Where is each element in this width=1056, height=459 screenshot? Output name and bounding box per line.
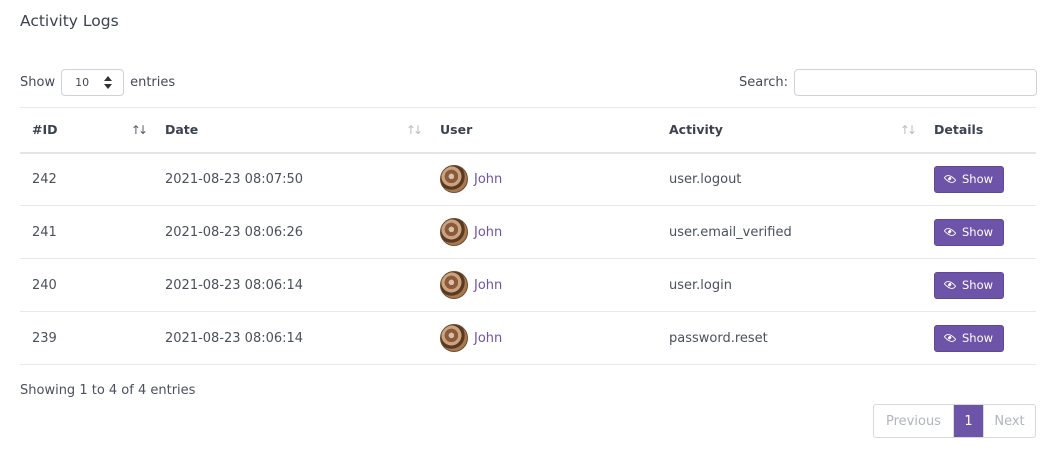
cell-date: 2021-08-23 08:06:14 (165, 277, 304, 293)
show-details-button[interactable]: Show (934, 271, 1005, 299)
entries-select-value: 10 (75, 76, 90, 89)
entries-length-control: Show 10 entries (20, 69, 175, 96)
table-row: 239 2021-08-23 08:06:14 John password.re… (20, 312, 1036, 365)
user-link[interactable]: John (474, 331, 502, 346)
cell-user: John (428, 312, 657, 365)
pagination: Previous 1 Next (873, 404, 1036, 438)
show-details-button[interactable]: Show (934, 324, 1005, 352)
show-label: Show (20, 75, 56, 90)
column-header-date[interactable]: Date ↑↓ (153, 108, 428, 153)
cell-id: 241 (32, 224, 57, 240)
pagination-previous[interactable]: Previous (874, 405, 954, 437)
user-link[interactable]: John (474, 172, 502, 187)
sort-arrows-icon: ↑↓ (130, 123, 148, 137)
search-control: Search: (739, 69, 1038, 96)
table-row: 242 2021-08-23 08:07:50 John user.logout… (20, 153, 1036, 206)
cell-date: 2021-08-23 08:06:26 (165, 224, 304, 240)
avatar (440, 218, 468, 246)
column-header-id[interactable]: #ID ↑↓ (20, 108, 153, 153)
cell-activity: user.login (669, 277, 732, 293)
pagination-page-1[interactable]: 1 (954, 405, 983, 437)
eye-icon (943, 278, 957, 292)
cell-user: John (428, 206, 657, 259)
cell-date: 2021-08-23 08:06:14 (165, 330, 304, 346)
entries-label: entries (130, 75, 176, 90)
activity-logs-table: #ID ↑↓ Date ↑↓ User Activity ↑↓ Details … (20, 107, 1036, 365)
column-header-user: User (440, 122, 473, 138)
user-link[interactable]: John (474, 225, 502, 240)
show-details-button[interactable]: Show (934, 165, 1005, 193)
cell-user: John (428, 259, 657, 312)
avatar (440, 165, 468, 194)
column-header-activity[interactable]: Activity ↑↓ (657, 108, 922, 153)
show-details-button[interactable]: Show (934, 218, 1005, 246)
table-header-row: #ID ↑↓ Date ↑↓ User Activity ↑↓ Details (20, 107, 1036, 153)
search-label: Search: (739, 75, 789, 90)
sort-arrows-icon: ↑↓ (899, 123, 917, 137)
user-link[interactable]: John (474, 278, 502, 293)
select-arrows-icon (104, 76, 113, 90)
cell-id: 239 (32, 330, 57, 346)
table-row: 241 2021-08-23 08:06:26 John user.email_… (20, 206, 1036, 259)
cell-activity: password.reset (669, 330, 768, 346)
entries-select[interactable]: 10 (61, 69, 125, 96)
cell-id: 240 (32, 277, 57, 293)
column-header-details: Details (934, 122, 984, 138)
eye-icon (943, 331, 957, 345)
avatar (440, 324, 468, 352)
cell-activity: user.email_verified (669, 224, 792, 240)
table-info: Showing 1 to 4 of 4 entries (20, 383, 196, 398)
page-title: Activity Logs (20, 12, 119, 30)
cell-id: 242 (32, 171, 57, 187)
cell-details: Show (922, 259, 1036, 312)
sort-arrows-icon: ↑↓ (405, 123, 423, 137)
pagination-next[interactable]: Next (983, 405, 1035, 437)
eye-icon (943, 225, 957, 239)
avatar (440, 271, 468, 299)
cell-activity: user.logout (669, 171, 742, 187)
cell-details: Show (922, 312, 1036, 365)
cell-date: 2021-08-23 08:07:50 (165, 171, 304, 187)
cell-user: John (428, 153, 657, 206)
cell-details: Show (922, 153, 1036, 206)
search-input[interactable] (794, 69, 1038, 96)
cell-details: Show (922, 206, 1036, 259)
table-row: 240 2021-08-23 08:06:14 John user.login … (20, 259, 1036, 312)
eye-icon (943, 172, 957, 186)
